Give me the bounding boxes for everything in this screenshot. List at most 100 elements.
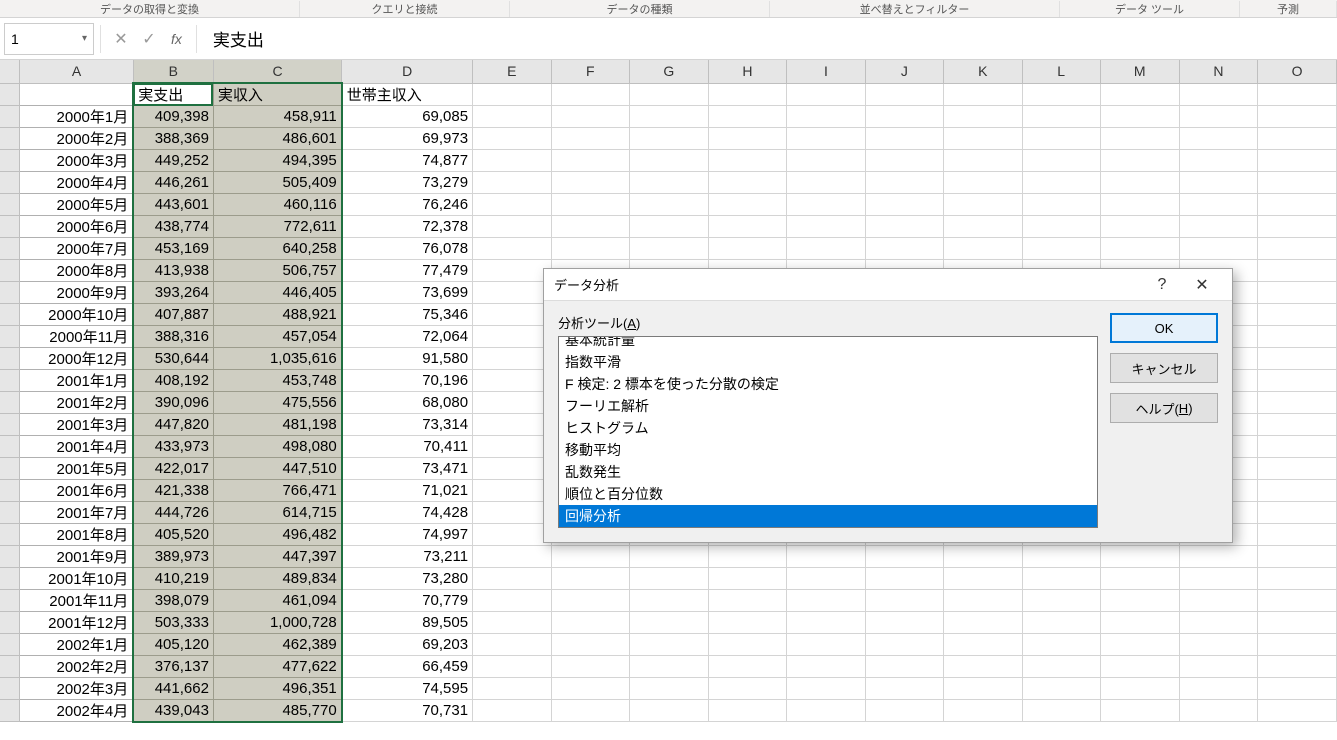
column-header-j[interactable]: J <box>865 60 943 83</box>
cell[interactable] <box>473 238 552 260</box>
cell[interactable]: 76,246 <box>342 194 473 216</box>
cell[interactable]: 77,479 <box>342 260 473 282</box>
cell[interactable]: 410,219 <box>133 568 213 590</box>
cell[interactable]: 2000年2月 <box>20 128 133 150</box>
cell[interactable]: 2001年10月 <box>20 568 133 590</box>
list-item[interactable]: 順位と百分位数 <box>559 483 1097 505</box>
cell[interactable] <box>1258 326 1337 348</box>
cell[interactable] <box>1258 480 1337 502</box>
cell[interactable] <box>1258 590 1337 612</box>
cell[interactable]: 2001年12月 <box>20 612 133 634</box>
cell[interactable] <box>630 612 709 634</box>
cell[interactable]: 2001年11月 <box>20 590 133 612</box>
cell[interactable] <box>865 238 943 260</box>
cell[interactable]: 2001年3月 <box>20 414 133 436</box>
cell[interactable] <box>1258 502 1337 524</box>
cell[interactable] <box>944 634 1023 656</box>
cell[interactable] <box>1022 238 1100 260</box>
cell[interactable]: 2002年3月 <box>20 678 133 700</box>
cell[interactable] <box>1100 546 1179 568</box>
cell[interactable]: 409,398 <box>133 106 213 128</box>
row-header[interactable] <box>0 150 20 172</box>
cell[interactable] <box>944 216 1023 238</box>
cell[interactable] <box>630 106 709 128</box>
cell[interactable]: 2001年7月 <box>20 502 133 524</box>
cell[interactable] <box>787 172 865 194</box>
cell[interactable]: 70,411 <box>342 436 473 458</box>
cell[interactable]: 74,997 <box>342 524 473 546</box>
cell[interactable] <box>708 634 787 656</box>
cell[interactable]: 世帯主収入 <box>342 83 473 106</box>
cell[interactable]: 475,556 <box>213 392 341 414</box>
cell[interactable]: 446,261 <box>133 172 213 194</box>
cell[interactable] <box>1179 656 1258 678</box>
cell[interactable]: 2000年9月 <box>20 282 133 304</box>
cell[interactable] <box>1258 216 1337 238</box>
cell[interactable] <box>551 172 629 194</box>
cell[interactable]: 2002年1月 <box>20 634 133 656</box>
cell[interactable] <box>865 700 943 722</box>
cell[interactable] <box>1179 238 1258 260</box>
cell[interactable]: 73,280 <box>342 568 473 590</box>
cell[interactable] <box>473 546 552 568</box>
column-header-o[interactable]: O <box>1258 60 1337 83</box>
cell[interactable] <box>551 83 629 106</box>
column-header-d[interactable]: D <box>342 60 473 83</box>
cell[interactable] <box>1100 194 1179 216</box>
row-header[interactable] <box>0 348 20 370</box>
cell[interactable]: 447,397 <box>213 546 341 568</box>
cell[interactable]: 2000年7月 <box>20 238 133 260</box>
cell[interactable] <box>1258 436 1337 458</box>
analysis-tools-listbox[interactable]: 共分散基本統計量指数平滑F 検定: 2 標本を使った分散の検定フーリエ解析ヒスト… <box>558 336 1098 528</box>
cell[interactable] <box>1100 700 1179 722</box>
cell[interactable] <box>1179 568 1258 590</box>
cell[interactable]: 408,192 <box>133 370 213 392</box>
cell[interactable]: 2000年1月 <box>20 106 133 128</box>
cell[interactable] <box>1022 700 1100 722</box>
cell[interactable] <box>1258 370 1337 392</box>
cell[interactable] <box>1179 83 1258 106</box>
cell[interactable] <box>1100 612 1179 634</box>
cell[interactable]: 505,409 <box>213 172 341 194</box>
cell[interactable]: 485,770 <box>213 700 341 722</box>
cell[interactable] <box>1100 568 1179 590</box>
cell[interactable] <box>1179 106 1258 128</box>
cell[interactable] <box>865 128 943 150</box>
row-header[interactable] <box>0 502 20 524</box>
cell[interactable]: 449,252 <box>133 150 213 172</box>
row-header[interactable] <box>0 656 20 678</box>
cell[interactable] <box>473 590 552 612</box>
cell[interactable]: 407,887 <box>133 304 213 326</box>
cell[interactable]: 462,389 <box>213 634 341 656</box>
cell[interactable] <box>1258 106 1337 128</box>
cell[interactable] <box>944 150 1023 172</box>
cell[interactable] <box>787 546 865 568</box>
cell[interactable] <box>708 216 787 238</box>
cell[interactable] <box>630 194 709 216</box>
cell[interactable] <box>473 150 552 172</box>
help-icon[interactable]: ? <box>1142 271 1182 299</box>
cell[interactable]: 1,035,616 <box>213 348 341 370</box>
cell[interactable] <box>787 194 865 216</box>
cell[interactable] <box>708 590 787 612</box>
cell[interactable]: 389,973 <box>133 546 213 568</box>
cell[interactable] <box>944 568 1023 590</box>
cell[interactable]: 72,064 <box>342 326 473 348</box>
select-all-corner[interactable] <box>0 60 20 83</box>
cell[interactable]: 388,369 <box>133 128 213 150</box>
cell[interactable]: 447,510 <box>213 458 341 480</box>
cell[interactable] <box>473 700 552 722</box>
cell[interactable]: 2002年4月 <box>20 700 133 722</box>
cell[interactable] <box>708 678 787 700</box>
cell[interactable] <box>551 656 629 678</box>
cell[interactable] <box>708 194 787 216</box>
cell[interactable] <box>944 546 1023 568</box>
cell[interactable] <box>473 172 552 194</box>
cell[interactable] <box>787 150 865 172</box>
cell[interactable] <box>551 568 629 590</box>
cell[interactable] <box>865 106 943 128</box>
cell[interactable]: 453,748 <box>213 370 341 392</box>
cell[interactable]: 413,938 <box>133 260 213 282</box>
cell[interactable] <box>944 172 1023 194</box>
cell[interactable]: 76,078 <box>342 238 473 260</box>
